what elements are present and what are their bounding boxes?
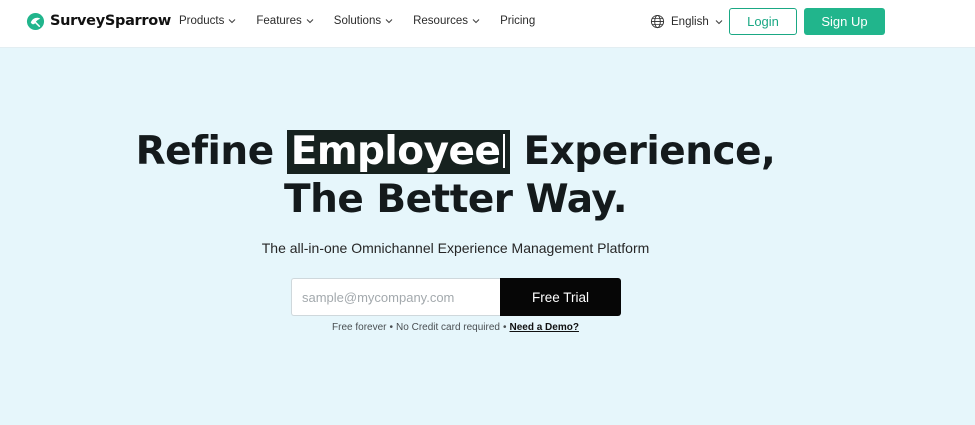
sparrow-logo-icon	[26, 12, 45, 30]
brand-name: SurveySparrow	[50, 13, 172, 29]
email-field[interactable]	[291, 278, 500, 316]
need-demo-link[interactable]: Need a Demo?	[509, 322, 578, 333]
menu-item-label: Resources	[413, 15, 469, 27]
top-navigation-bar: SurveySparrow Products Features Solution…	[0, 0, 975, 48]
chevron-down-icon	[715, 19, 723, 24]
typing-cursor	[503, 134, 506, 168]
fineprint-free-forever: Free forever	[332, 322, 387, 333]
menu-item-label: Products	[179, 15, 225, 27]
chevron-down-icon	[385, 19, 393, 24]
fineprint-no-credit-card: No Credit card required	[396, 322, 500, 333]
menu-item-pricing[interactable]: Pricing	[500, 15, 535, 27]
chevron-down-icon	[472, 19, 480, 24]
signup-button[interactable]: Sign Up	[804, 8, 885, 35]
brand-logo[interactable]: SurveySparrow	[26, 10, 171, 32]
language-label: English	[671, 15, 709, 28]
chevron-down-icon	[229, 19, 236, 24]
menu-item-solutions[interactable]: Solutions	[334, 15, 393, 27]
chevron-down-icon	[306, 19, 314, 24]
headline-highlight: Employee	[286, 129, 511, 174]
fineprint: Free forever • No Credit card required • Nee…	[0, 322, 911, 333]
separator-dot: •	[502, 322, 507, 333]
main-menu: Products Features Solutions Resources Pr…	[179, 15, 535, 27]
headline-prefix: Refine	[135, 129, 275, 174]
separator-dot: •	[389, 322, 394, 333]
login-button[interactable]: Login	[729, 8, 797, 35]
hero-headline-line2: The Better Way.	[283, 177, 628, 222]
highlighted-word: Employee	[290, 129, 501, 174]
menu-item-resources[interactable]: Resources	[413, 15, 480, 27]
menu-item-products[interactable]: Products	[179, 15, 236, 27]
hero-subtitle: The all-in-one Omnichannel Experience Ma…	[261, 240, 650, 256]
globe-icon	[650, 14, 665, 29]
hero-headline: Refine Employee Experience,	[0, 128, 911, 176]
menu-item-features[interactable]: Features	[256, 15, 314, 27]
free-trial-button[interactable]: Free Trial	[500, 278, 621, 316]
language-selector[interactable]: English	[650, 14, 723, 29]
menu-item-label: Pricing	[500, 15, 536, 27]
headline-suffix: Experience,	[523, 129, 776, 174]
menu-item-label: Solutions	[333, 15, 382, 27]
menu-item-label: Features	[256, 15, 302, 27]
